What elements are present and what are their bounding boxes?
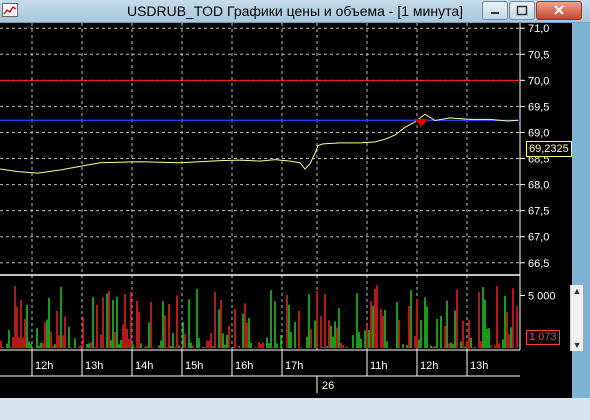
close-button[interactable] bbox=[536, 1, 582, 20]
price-line bbox=[0, 113, 519, 174]
volume-bars bbox=[0, 285, 518, 348]
minimize-icon bbox=[491, 12, 499, 14]
time-tick-label: 17h bbox=[285, 360, 303, 372]
minimize-button[interactable] bbox=[482, 1, 508, 20]
time-tick-label: 11h bbox=[370, 360, 388, 372]
close-icon bbox=[554, 5, 564, 15]
last-price-label: 69,2325 bbox=[526, 141, 572, 157]
time-tick-label: 12h bbox=[420, 360, 438, 372]
time-tick-label: 13h bbox=[470, 360, 488, 372]
last-volume-label: 1 073 bbox=[526, 330, 560, 345]
current-price-marker bbox=[414, 119, 428, 127]
title-bar[interactable]: USDRUB_TOD Графики цены и объема - [1 ми… bbox=[0, 0, 590, 23]
time-tick-label: 12h bbox=[35, 360, 53, 372]
chart-area[interactable]: 71,0 70,5 70,0 69,5 69,0 68,5 68,0 67,5 67,0 66,5… bbox=[0, 23, 572, 415]
volume-scrollbar[interactable]: ▲ ▼ bbox=[570, 285, 583, 351]
price-tick-label: 66,5 bbox=[528, 258, 549, 270]
volume-axis: 5 000 bbox=[520, 291, 556, 303]
time-axis: 12h 13h 14h 15h 16h 17h 11h 12h 13h 26 bbox=[31, 350, 488, 393]
price-series bbox=[0, 113, 519, 174]
time-tick-label: 16h bbox=[235, 360, 253, 372]
time-tick-label: 14h bbox=[135, 360, 153, 372]
price-tick-label: 70,0 bbox=[528, 75, 549, 87]
time-tick-label: 15h bbox=[185, 360, 203, 372]
price-tick-label: 68,0 bbox=[528, 180, 549, 192]
time-tick-label: 13h bbox=[85, 360, 103, 372]
price-tick-label: 69,5 bbox=[528, 101, 549, 113]
price-tick-label: 71,0 bbox=[528, 23, 549, 35]
maximize-button[interactable] bbox=[509, 1, 535, 20]
reference-lines bbox=[0, 79, 520, 122]
price-tick-label: 67,0 bbox=[528, 232, 549, 244]
price-tick-label: 70,5 bbox=[528, 49, 549, 61]
volume-tick-label: 5 000 bbox=[528, 291, 556, 303]
price-tick-label: 69,0 bbox=[528, 127, 549, 139]
day-label: 26 bbox=[322, 380, 334, 392]
window-bottom-frame bbox=[0, 398, 590, 420]
chart-grid bbox=[0, 23, 520, 350]
maximize-icon bbox=[516, 5, 528, 16]
price-tick-label: 67,5 bbox=[528, 206, 549, 218]
price-volume-chart[interactable]: 71,070,570,069,569,068,568,067,567,066,5… bbox=[0, 23, 572, 415]
scroll-up-icon[interactable]: ▲ bbox=[571, 285, 583, 297]
scroll-down-icon[interactable]: ▼ bbox=[571, 339, 583, 351]
